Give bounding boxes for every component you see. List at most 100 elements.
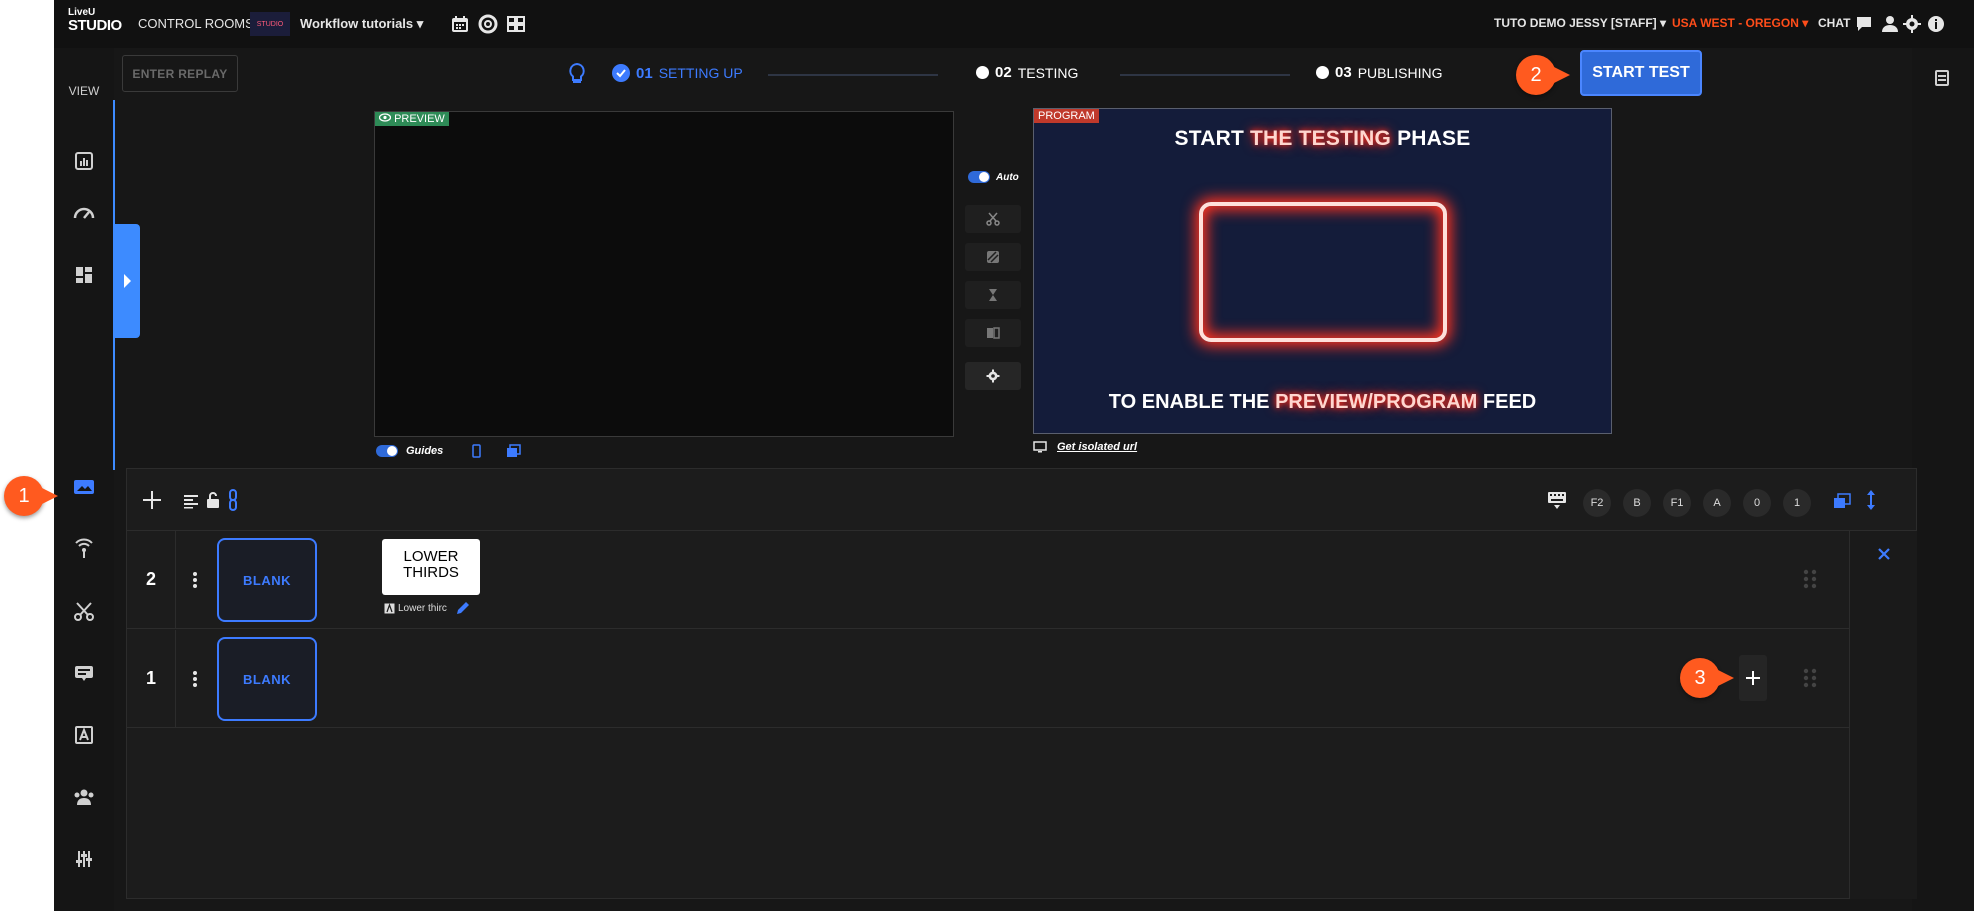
link-chain-icon[interactable] [227,489,239,511]
liveu-studio-logo[interactable]: LiveU STUDIO [68,8,124,40]
more-vertical-icon[interactable] [192,669,198,689]
subline-part: FEED [1477,391,1537,413]
blank-source-tile[interactable]: BLANK [217,637,317,721]
layers-scenes-icon[interactable] [71,474,97,500]
preview-tag: PREVIEW [375,112,449,126]
copy-layers-icon[interactable] [505,444,522,458]
expand-vertical-icon[interactable] [1865,489,1877,511]
layer-number: 1 [127,630,176,727]
shortcut-key-chip[interactable]: F1 [1663,489,1691,517]
program-monitor[interactable]: PROGRAM START THE TESTING PHASE TO ENABL… [1033,108,1612,434]
captions-icon[interactable] [71,660,97,686]
tutorial-callout: 3 [1680,658,1734,698]
transition-settings-button[interactable] [965,362,1021,390]
lower-thirds-caption: Lower thirc [384,599,472,617]
auto-toggle[interactable] [968,171,990,183]
blank-source-tile[interactable]: BLANK [217,538,317,622]
enter-replay-button[interactable]: ENTER REPLAY [122,55,238,92]
get-isolated-url-link[interactable]: Get isolated url [1057,441,1137,453]
text-graphics-icon[interactable] [71,722,97,748]
step2-number: 02 [995,64,1012,81]
keyboard-shortcuts-icon[interactable] [1546,489,1568,511]
cut-transition-button[interactable] [965,205,1021,233]
guides-toggle[interactable] [376,445,398,457]
edit-pencil-icon[interactable] [454,599,472,617]
step3-label: PUBLISHING [1357,64,1443,81]
region-selector[interactable]: USA WEST - OREGON ▾ [1672,16,1808,30]
top-bar: LiveU STUDIO CONTROL ROOMS STUDIO Workfl… [54,0,1974,48]
close-icon[interactable] [1877,547,1891,561]
chat-bubble-icon[interactable] [1854,14,1874,34]
user-menu[interactable]: TUTO DEMO JESSY [STAFF] ▾ [1494,16,1666,30]
unlock-icon[interactable] [205,491,221,509]
program-tag: PROGRAM [1034,109,1099,123]
step-dot [1316,66,1329,79]
broadcast-icon[interactable] [71,536,97,562]
preview-monitor[interactable]: PREVIEW [374,111,954,437]
user-icon[interactable] [1880,14,1900,34]
mobile-view-icon[interactable] [469,444,483,458]
step-publishing[interactable]: 03 PUBLISHING [1316,64,1443,81]
lower-thirds-tile[interactable]: LOWER THIRDS [382,539,480,595]
chevron-down-icon: ▾ [416,16,424,31]
more-vertical-icon[interactable] [192,570,198,590]
drag-handle-icon[interactable] [1803,569,1817,589]
shortcut-key-chip[interactable]: 0 [1743,489,1771,517]
program-headline: START THE TESTING PHASE [1034,127,1611,151]
shortcut-key-chip[interactable]: F2 [1583,489,1611,517]
layout-grid-icon[interactable] [506,14,526,34]
calendar-icon[interactable] [450,14,470,34]
add-source-button[interactable] [1739,655,1767,701]
shortcut-key-chip[interactable]: B [1623,489,1651,517]
step3-number: 03 [1335,64,1352,81]
text-graphic-icon [384,602,395,613]
wipe-transition-button[interactable] [965,281,1021,309]
monitor-icon [1033,441,1047,453]
dashboard-gauge-icon[interactable] [71,200,97,226]
subline-part: TO ENABLE THE [1108,391,1276,413]
hourglass-icon [989,289,997,301]
add-layer-plus-icon[interactable] [141,489,163,511]
eye-icon [378,113,392,122]
shortcut-key-chip[interactable]: 1 [1783,489,1811,517]
stats-panel-icon[interactable] [71,148,97,174]
project-dropdown[interactable]: Workflow tutorials ▾ [300,16,423,32]
gear-icon[interactable] [1902,14,1922,34]
swap-icon [987,327,1000,339]
rundown-list-icon[interactable] [1932,68,1952,88]
guides-toggle-group: Guides [376,444,522,458]
align-left-icon[interactable] [183,493,199,509]
step-connector [768,74,938,76]
info-icon[interactable] [1926,14,1946,34]
lightbulb-icon[interactable] [568,62,586,86]
step2-label: TESTING [1017,64,1079,81]
stinger-transition-button[interactable] [965,319,1021,347]
auto-toggle-group: Auto [968,171,1019,183]
control-rooms-link[interactable]: CONTROL ROOMS [138,16,254,31]
headline-part: START [1174,127,1251,150]
step-setting-up[interactable]: 01 SETTING UP [612,64,743,82]
shortcut-key-chip[interactable]: A [1703,489,1731,517]
left-sidebar: VIEW [54,48,114,911]
chat-label[interactable]: CHAT [1818,16,1850,30]
drag-handle-icon[interactable] [1803,668,1817,688]
guests-icon[interactable] [71,784,97,810]
tutorial-callout: 1 [4,476,58,516]
scissors-icon[interactable] [71,598,97,624]
lower-thirds-caption-text: Lower thirc [398,602,447,614]
layer-row: 2 BLANK LOWER THIRDS Lower thirc [127,531,1849,629]
audio-mixer-icon[interactable] [71,846,97,872]
help-lifebuoy-icon[interactable] [478,14,498,34]
layout-panels-icon[interactable] [71,262,97,288]
duplicate-layers-icon[interactable] [1833,493,1851,509]
caret-right-icon [124,274,131,288]
isolated-url-row: Get isolated url [1033,441,1137,453]
view-label: VIEW [68,84,100,98]
fade-transition-button[interactable] [965,243,1021,271]
project-name: Workflow tutorials [300,16,414,31]
expand-panel-tab[interactable] [114,224,140,338]
project-thumbnail: STUDIO [250,12,290,36]
fade-icon [987,251,999,263]
start-test-button[interactable]: START TEST [1580,50,1702,96]
step-testing[interactable]: 02 TESTING [976,64,1078,81]
